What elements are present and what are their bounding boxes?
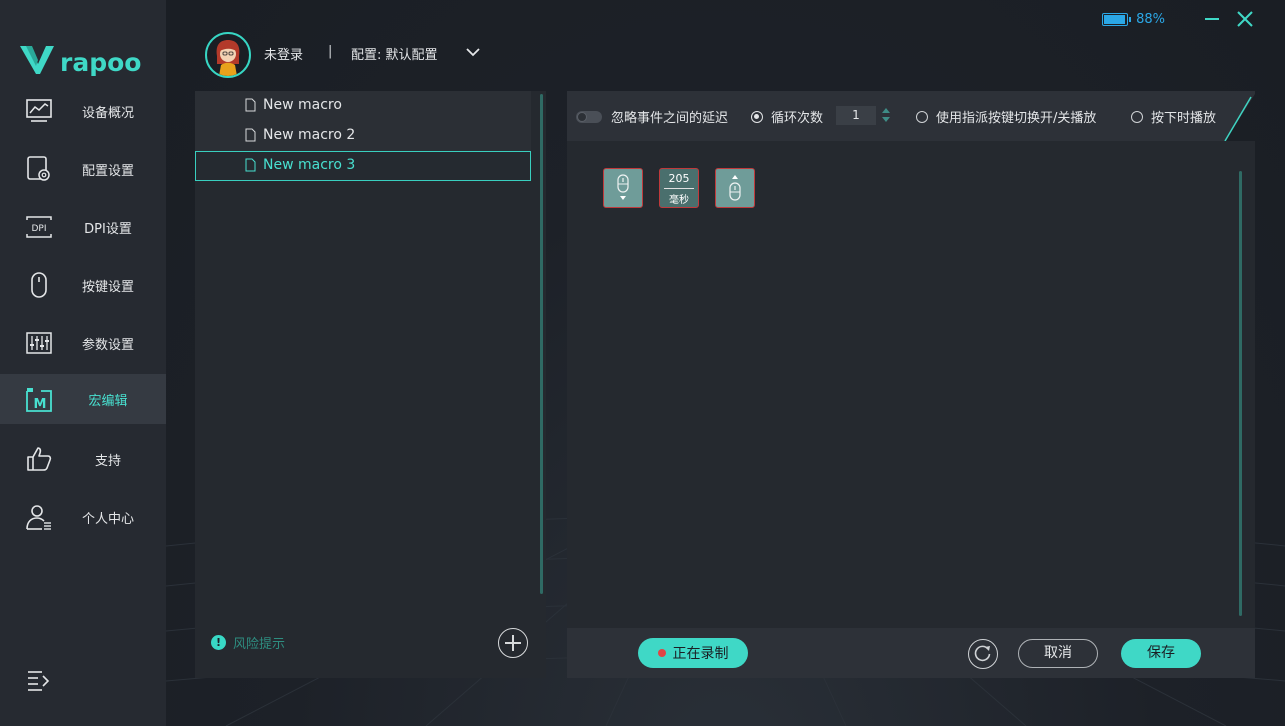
rapoo-logo: rapoo [20, 42, 142, 77]
document-icon [245, 158, 256, 172]
sidebar: rapoo 设备概况 配置设置 DPI DPI设置 按键设置 参数设置 M 宏编… [0, 0, 166, 726]
macro-name: New macro [263, 97, 342, 113]
sidebar-item-label: DPI设置 [84, 221, 132, 237]
macro-editor-panel: 忽略事件之间的延迟 循环次数 1 使用指派按键切换开/关播放 按下时播放 205… [567, 91, 1255, 678]
hold-play-radio[interactable] [1131, 110, 1143, 123]
document-icon [245, 98, 256, 112]
sidebar-item-label: 宏编辑 [88, 393, 128, 409]
macro-list-item[interactable]: New macro 2 [195, 121, 531, 151]
sidebar-item-device-overview[interactable]: 设备概况 [0, 86, 166, 136]
loop-count-input[interactable]: 1 [836, 106, 876, 125]
event-mouse-up[interactable] [715, 168, 755, 208]
macro-name: New macro 3 [263, 157, 356, 173]
battery-fill [1104, 14, 1126, 24]
event-delay[interactable]: 205 毫秒 [659, 168, 699, 208]
user-icon [26, 505, 51, 530]
mouse-icon [31, 272, 47, 298]
macro-icon: M [26, 388, 52, 412]
add-macro-button[interactable] [498, 628, 528, 658]
svg-text:M: M [34, 397, 47, 412]
thumbs-up-icon [27, 447, 52, 471]
collapse-menu-icon[interactable] [26, 668, 52, 692]
minimize-button[interactable] [1203, 9, 1223, 29]
ignore-delay-option[interactable]: 忽略事件之间的延迟 [576, 107, 728, 126]
delay-value: 205 [668, 172, 690, 185]
sidebar-item-macro[interactable]: M 宏编辑 [0, 374, 166, 424]
battery-icon [1102, 12, 1132, 26]
document-icon [245, 128, 256, 142]
loop-count-label: 循环次数 [771, 111, 824, 126]
toggle-play-label: 使用指派按键切换开/关播放 [936, 111, 1097, 126]
avatar[interactable] [205, 32, 251, 78]
risk-warning-link[interactable]: ! 风险提示 [211, 633, 285, 652]
warning-icon: ! [211, 635, 226, 650]
svg-text:rapoo: rapoo [60, 48, 141, 76]
profile-selector-label[interactable]: 配置: 默认配置 [351, 44, 438, 63]
sidebar-item-dpi[interactable]: DPI DPI设置 [0, 202, 166, 252]
macro-actions-bar: 正在录制 取消 保存 [567, 628, 1255, 678]
recording-label: 正在录制 [672, 646, 729, 662]
macro-list-panel: New macro New macro 2 New macro 3 ! 风险提示 [195, 91, 546, 678]
macro-name: New macro 2 [263, 127, 356, 143]
hold-play-option[interactable]: 按下时播放 [1131, 107, 1216, 126]
event-mouse-down[interactable] [603, 168, 643, 208]
macro-list-scrollbar[interactable] [540, 94, 543, 594]
sidebar-item-profile[interactable]: 个人中心 [0, 492, 166, 542]
loop-count-stepper[interactable] [881, 105, 891, 125]
sidebar-item-params[interactable]: 参数设置 [0, 318, 166, 368]
hold-play-label: 按下时播放 [1151, 111, 1217, 126]
mouse-up-icon [729, 175, 741, 201]
loop-count-radio[interactable] [751, 110, 763, 123]
cancel-button[interactable]: 取消 [1018, 639, 1098, 668]
loop-count-option[interactable]: 循环次数 [751, 107, 823, 126]
sidebar-item-label: 按键设置 [81, 279, 134, 295]
user-name[interactable]: 未登录 [264, 44, 303, 63]
sidebar-item-label: 参数设置 [81, 337, 134, 353]
window-controls: 88% [1102, 9, 1255, 29]
sidebar-item-label: 设备概况 [81, 105, 134, 121]
toggle-play-radio[interactable] [916, 110, 928, 123]
record-dot-icon [657, 649, 666, 657]
recording-button[interactable]: 正在录制 [638, 638, 748, 668]
macro-list-item[interactable]: New macro [195, 91, 531, 121]
sidebar-item-support[interactable]: 支持 [0, 434, 166, 484]
svg-text:DPI: DPI [31, 224, 46, 234]
sidebar-item-config[interactable]: 配置设置 [0, 144, 166, 194]
dpi-icon: DPI [26, 216, 52, 238]
sidebar-item-label: 支持 [94, 453, 121, 469]
close-icon [1237, 11, 1253, 27]
battery-percent: 88% [1136, 11, 1165, 27]
toggle-play-option[interactable]: 使用指派按键切换开/关播放 [916, 107, 1096, 126]
refresh-icon [974, 645, 991, 662]
delay-divider [664, 188, 694, 189]
avatar-girl-icon [216, 40, 240, 76]
sliders-icon [26, 332, 52, 354]
chevron-down-icon[interactable] [465, 45, 481, 59]
monitor-chart-icon [26, 99, 52, 122]
macro-list-item-selected[interactable]: New macro 3 [195, 151, 531, 181]
minimize-icon [1205, 18, 1219, 20]
sidebar-item-keys[interactable]: 按键设置 [0, 260, 166, 310]
save-button[interactable]: 保存 [1121, 639, 1201, 668]
canvas-scrollbar[interactable] [1239, 171, 1242, 616]
ignore-delay-toggle[interactable] [576, 110, 602, 123]
mouse-down-icon [617, 174, 629, 200]
delay-unit: 毫秒 [669, 195, 689, 206]
sidebar-item-label: 配置设置 [81, 163, 134, 179]
header-separator: | [328, 44, 333, 59]
options-bar-edge [1224, 96, 1252, 142]
reset-button[interactable] [968, 639, 998, 669]
risk-warning-label: 风险提示 [233, 637, 286, 652]
close-button[interactable] [1235, 9, 1255, 29]
sidebar-item-label: 个人中心 [81, 511, 134, 527]
macro-event-canvas: 205 毫秒 [567, 141, 1255, 628]
config-gear-icon [27, 156, 50, 181]
ignore-delay-label: 忽略事件之间的延迟 [611, 111, 729, 126]
